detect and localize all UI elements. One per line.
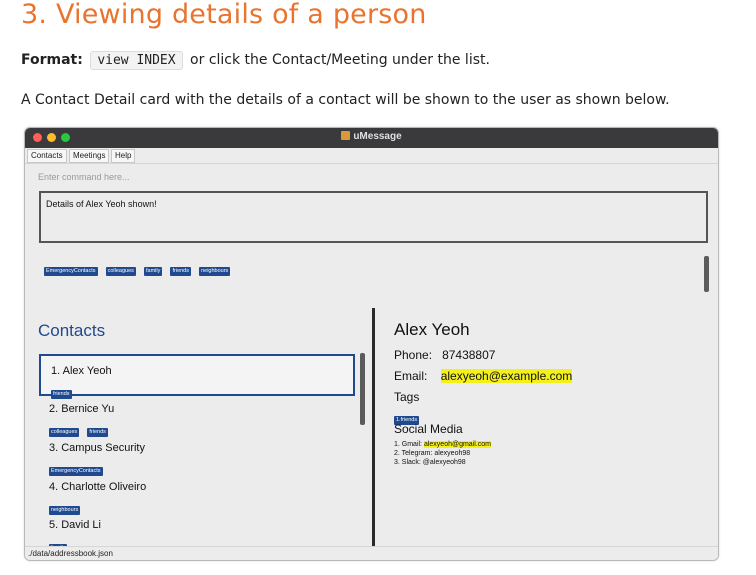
window-title: uMessage <box>25 131 718 142</box>
contact-name: 4. Charlotte Oliveiro <box>49 481 147 493</box>
contact-name: 1. Alex Yeoh <box>51 365 112 377</box>
tag-filter-row: EmergencyContacts colleagues family frie… <box>44 257 233 276</box>
format-line: Format: view INDEX or click the Contact/… <box>21 51 490 70</box>
format-description: or click the Contact/Meeting under the l… <box>185 52 490 68</box>
app-icon <box>341 131 351 140</box>
contact-card-1[interactable]: 1. Alex Yeoh friends <box>39 354 355 399</box>
menu-meetings[interactable]: Meetings <box>69 149 110 163</box>
section-heading: 3. Viewing details of a person <box>21 0 427 30</box>
detail-social-telegram: 2. Telegram: alexyeoh98 <box>394 450 471 457</box>
tag-filter-friends[interactable]: friends <box>170 267 191 276</box>
contact-card-4[interactable]: 4. Charlotte Oliveiro neighbours <box>39 472 355 515</box>
menu-contacts[interactable]: Contacts <box>27 149 67 163</box>
command-input[interactable]: Enter command here... <box>33 167 712 187</box>
detail-social-slack: 3. Slack: @alexyeoh98 <box>394 459 466 466</box>
result-display: Details of Alex Yeoh shown! <box>39 191 708 243</box>
format-label: Format: <box>21 52 83 68</box>
contact-list-scrollbar[interactable] <box>360 353 365 425</box>
detail-social-gmail: 1. Gmail: alexyeoh@gmail.com <box>394 440 491 449</box>
detail-email-row: Email: alexyeoh@example.com <box>394 369 573 383</box>
description-paragraph: A Contact Detail card with the details o… <box>21 92 670 108</box>
menu-bar: Contacts Meetings Help <box>25 148 718 164</box>
contact-list-panel: Contacts 1. Alex Yeoh friends 2. Bernice… <box>25 298 365 553</box>
window-title-text: uMessage <box>353 131 402 142</box>
contact-detail-panel: Alex Yeoh Phone: 87438807 Email: alexyeo… <box>381 298 711 546</box>
contact-card-2[interactable]: 2. Bernice Yu colleagues friends <box>39 394 355 437</box>
gmail-prefix: 1. Gmail: <box>394 441 424 448</box>
contacts-heading: Contacts <box>38 321 106 340</box>
title-bar: uMessage <box>25 128 718 148</box>
gmail-address: alexyeoh@gmail.com <box>423 441 491 448</box>
detail-email: alexyeoh@example.com <box>440 369 573 383</box>
detail-name: Alex Yeoh <box>394 320 470 339</box>
detail-phone-row: Phone: 87438807 <box>394 348 495 362</box>
detail-email-label: Email: <box>394 369 428 383</box>
contact-name: 2. Bernice Yu <box>49 403 115 415</box>
detail-tags-label: Tags <box>394 390 420 404</box>
panel-divider[interactable] <box>372 308 375 546</box>
contact-card-3[interactable]: 3. Campus Security EmergencyContacts <box>39 433 355 476</box>
detail-phone-label: Phone: <box>394 348 433 362</box>
contact-name: 5. David Li <box>49 519 101 531</box>
contact-name: 3. Campus Security <box>49 442 145 454</box>
tag-filter-emergencycontacts[interactable]: EmergencyContacts <box>44 267 98 276</box>
app-window-screenshot: uMessage Contacts Meetings Help Enter co… <box>24 127 719 561</box>
format-code: view INDEX <box>90 51 183 70</box>
detail-social-label: Social Media <box>394 422 463 436</box>
status-bar-path: ./data/addressbook.json <box>25 546 718 560</box>
tag-filter-colleagues[interactable]: colleagues <box>105 267 136 276</box>
tag-filter-family[interactable]: family <box>144 267 163 276</box>
detail-phone: 87438807 <box>442 348 496 362</box>
menu-help[interactable]: Help <box>111 149 136 163</box>
tag-filter-neighbours[interactable]: neighbours <box>199 267 231 276</box>
result-scrollbar[interactable] <box>704 256 709 292</box>
